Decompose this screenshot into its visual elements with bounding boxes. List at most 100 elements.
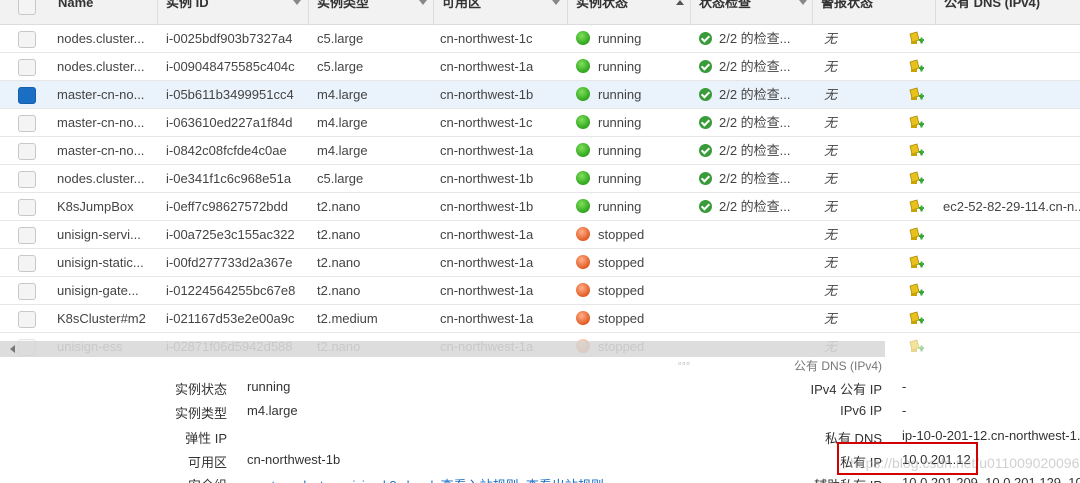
cell-az: cn-northwest-1b xyxy=(440,199,534,214)
col-header-instance-state[interactable]: 实例状态 xyxy=(568,0,690,25)
instances-table: Name 实例 ID 实例类型 可用区 实例状态 状态检查 警报状态 公有 DN… xyxy=(0,0,1080,357)
horizontal-scrollbar[interactable] xyxy=(0,341,885,357)
cell-status-check[interactable]: 2/2 的检查... xyxy=(699,25,809,53)
table-row[interactable]: K8sCluster#m2 i-021167d53e2e00a9c t2.mediu… xyxy=(0,305,1080,333)
add-alarm-icon[interactable] xyxy=(907,31,925,48)
row-checkbox[interactable] xyxy=(18,87,36,104)
detail-label-type: 实例类型 xyxy=(174,406,227,421)
cell-public-dns: ec2-52-82-29-114.cn-n... xyxy=(943,199,1080,214)
row-checkbox[interactable] xyxy=(18,171,36,188)
detail-label-ipv6: IPv6 IP xyxy=(840,403,882,418)
table-row[interactable]: unisign-static... i-00fd277733d2a367e t2.n… xyxy=(0,249,1080,277)
detail-value-type: m4.large xyxy=(247,403,298,418)
cell-state: running xyxy=(576,53,688,81)
row-checkbox[interactable] xyxy=(18,255,36,272)
add-alarm-icon[interactable] xyxy=(907,227,925,244)
add-alarm-icon[interactable] xyxy=(907,87,925,104)
cell-alarm-status: 无 xyxy=(824,143,838,158)
cell-instance-id: i-021167d53e2e00a9c xyxy=(166,311,295,326)
cell-instance-type: m4.large xyxy=(317,143,368,158)
table-row[interactable]: nodes.cluster... i-0e341f1c6c968e51a c5.la… xyxy=(0,165,1080,193)
status-check-text: 2/2 的检查... xyxy=(719,31,791,46)
row-checkbox[interactable] xyxy=(18,311,36,328)
select-all-checkbox[interactable] xyxy=(18,0,36,15)
add-alarm-icon[interactable] xyxy=(907,311,925,328)
cell-state: running xyxy=(576,81,688,109)
cell-status-check[interactable]: 2/2 的检查... xyxy=(699,137,809,165)
cell-name: nodes.cluster... xyxy=(57,31,145,46)
detail-label-state: 实例状态 xyxy=(174,382,227,397)
add-alarm-icon[interactable] xyxy=(907,115,925,132)
detail-label-az: 可用区 xyxy=(187,455,227,470)
table-row[interactable]: nodes.cluster... i-0025bdf903b7327a4 c5.la… xyxy=(0,25,1080,53)
cell-az: cn-northwest-1c xyxy=(440,115,533,130)
cell-instance-type: t2.nano xyxy=(317,255,361,270)
col-header-instance-id[interactable]: 实例 ID xyxy=(158,0,308,25)
col-header-az[interactable]: 可用区 xyxy=(434,0,568,25)
add-alarm-icon[interactable] xyxy=(907,255,925,272)
table-row[interactable]: master-cn-no... i-05b611b3499951cc4 m4.lar… xyxy=(0,81,1080,109)
cell-state: running xyxy=(576,165,688,193)
cell-status-check[interactable]: 2/2 的检查... xyxy=(699,165,809,193)
add-alarm-icon[interactable] xyxy=(907,283,925,300)
resize-handle-icon[interactable]: ▫▫▫ xyxy=(678,358,691,368)
state-text: running xyxy=(598,199,642,214)
cell-az: cn-northwest-1c xyxy=(440,31,533,46)
cell-state: stopped xyxy=(576,221,688,249)
table-row[interactable]: master-cn-no... i-063610ed227a1f84d m4.lar… xyxy=(0,109,1080,137)
row-checkbox[interactable] xyxy=(18,283,36,300)
cell-state: running xyxy=(576,25,688,53)
cell-name: unisign-static... xyxy=(57,255,144,270)
add-alarm-icon[interactable] xyxy=(907,143,925,160)
detail-value-ipv4-public: - xyxy=(902,379,907,394)
state-text: stopped xyxy=(598,283,645,298)
cell-instance-type: t2.nano xyxy=(317,227,361,242)
cell-instance-id: i-009048475585c404c xyxy=(166,59,295,74)
cell-alarm-status: 无 xyxy=(824,283,838,298)
row-checkbox[interactable] xyxy=(18,59,36,76)
cell-instance-type: c5.large xyxy=(317,171,364,186)
scroll-left-icon[interactable] xyxy=(10,345,15,353)
state-text: running xyxy=(598,143,642,158)
add-alarm-icon[interactable] xyxy=(907,59,925,76)
add-alarm-icon[interactable] xyxy=(907,199,925,216)
state-green-icon xyxy=(576,115,590,129)
row-checkbox[interactable] xyxy=(18,199,36,216)
cell-status-check[interactable]: 2/2 的检查... xyxy=(699,109,809,137)
table-row[interactable]: nodes.cluster... i-009048475585c404c c5.la… xyxy=(0,53,1080,81)
table-header: Name 实例 ID 实例类型 可用区 实例状态 状态检查 警报状态 公有 DN… xyxy=(0,0,1080,25)
cell-az: cn-northwest-1a xyxy=(440,255,534,270)
cell-az: cn-northwest-1b xyxy=(440,171,534,186)
cell-status-check[interactable]: 2/2 的检查... xyxy=(699,53,809,81)
cell-state: running xyxy=(576,109,688,137)
cell-alarm-status: 无 xyxy=(824,115,838,130)
cell-az: cn-northwest-1a xyxy=(440,143,534,158)
add-alarm-icon[interactable] xyxy=(907,171,925,188)
col-header-alarm-status[interactable]: 警报状态 xyxy=(813,0,933,25)
row-checkbox[interactable] xyxy=(18,227,36,244)
cell-status-check[interactable]: 2/2 的检查... xyxy=(699,193,809,221)
security-group-link[interactable]: masters.cluster.unisign.k8s.local. 查看入站规… xyxy=(247,475,604,483)
state-text: running xyxy=(598,31,642,46)
row-checkbox[interactable] xyxy=(18,115,36,132)
status-check-text: 2/2 的检查... xyxy=(719,143,791,158)
state-green-icon xyxy=(576,59,590,73)
table-row[interactable]: master-cn-no... i-0842c08fcfde4c0ae m4.lar… xyxy=(0,137,1080,165)
cell-status-check[interactable]: 2/2 的检查... xyxy=(699,81,809,109)
row-checkbox[interactable] xyxy=(18,31,36,48)
cell-name: K8sJumpBox xyxy=(57,199,134,214)
table-row[interactable]: unisign-gate... i-01224564255bc67e8 t2.nan… xyxy=(0,277,1080,305)
col-header-instance-type[interactable]: 实例类型 xyxy=(309,0,433,25)
table-row[interactable]: K8sJumpBox i-0eff7c98627572bdd t2.nano cn-n… xyxy=(0,193,1080,221)
table-row[interactable]: unisign-servi... i-00a725e3c155ac322 t2.na… xyxy=(0,221,1080,249)
status-check-text: 2/2 的检查... xyxy=(719,171,791,186)
col-header-status-check[interactable]: 状态检查 xyxy=(691,0,813,25)
cell-instance-id: i-00a725e3c155ac322 xyxy=(166,227,295,242)
col-header-public-dns[interactable]: 公有 DNS (IPv4) xyxy=(936,0,1080,25)
detail-label-secondary-ip: 辅助私有 IP xyxy=(760,475,882,483)
check-pass-icon xyxy=(699,88,712,101)
detail-value-ipv6: - xyxy=(902,403,907,418)
col-header-name[interactable]: Name xyxy=(50,0,158,25)
cell-az: cn-northwest-1a xyxy=(440,227,534,242)
row-checkbox[interactable] xyxy=(18,143,36,160)
